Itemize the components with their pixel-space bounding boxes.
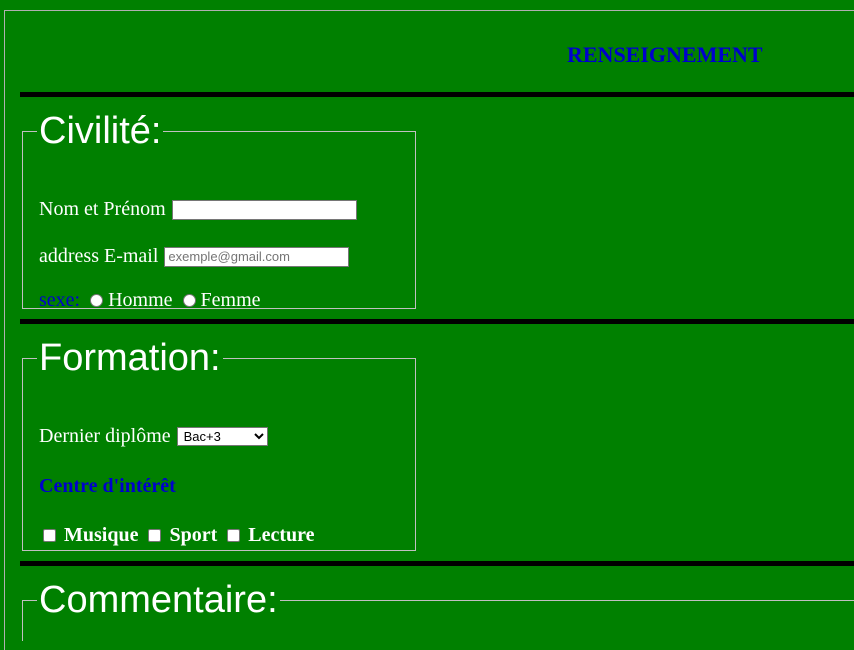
name-label: Nom et Prénom (39, 198, 166, 220)
formation-legend: Formation: (39, 337, 221, 379)
radio-femme[interactable] (182, 294, 196, 307)
civilite-legend: Civilité: (39, 110, 162, 152)
name-row: Nom et Prénom (39, 198, 357, 221)
interest-title: Centre d'intérêt (39, 475, 176, 497)
checkbox-sport-label: Sport (169, 524, 218, 546)
divider (20, 561, 854, 566)
email-input[interactable] (164, 246, 350, 267)
checkbox-lecture[interactable] (227, 529, 241, 542)
diplome-select[interactable]: Bac+3 (176, 427, 268, 446)
radio-homme-label: Homme (108, 289, 173, 311)
email-label: address E-mail (39, 245, 159, 267)
civilite-fieldset: Civilité: Nom et Prénom address E-mail s… (22, 110, 416, 312)
checkbox-musique-label: Musique (64, 524, 139, 546)
interest-row: Musique Sport Lecture (43, 524, 315, 547)
page-title: RENSEIGNEMENT (567, 42, 763, 67)
page-frame (4, 10, 854, 650)
divider (20, 319, 854, 324)
sexe-row: sexe: Homme Femme (39, 289, 261, 312)
radio-homme[interactable] (90, 294, 104, 307)
divider (20, 92, 854, 97)
email-row: address E-mail (39, 245, 350, 268)
checkbox-musique[interactable] (43, 529, 56, 542)
diplome-label: Dernier diplôme (39, 425, 171, 447)
commentaire-legend: Commentaire: (39, 579, 278, 621)
diplome-row: Dernier diplôme Bac+3 (39, 425, 268, 448)
checkbox-lecture-label: Lecture (248, 524, 315, 546)
formation-fieldset: Formation: Dernier diplôme Bac+3 Centre … (22, 339, 416, 551)
radio-femme-label: Femme (200, 289, 261, 311)
checkbox-sport[interactable] (148, 529, 162, 542)
commentaire-fieldset: Commentaire: (22, 581, 854, 641)
name-input[interactable] (171, 199, 357, 220)
sexe-label: sexe: (39, 289, 81, 311)
